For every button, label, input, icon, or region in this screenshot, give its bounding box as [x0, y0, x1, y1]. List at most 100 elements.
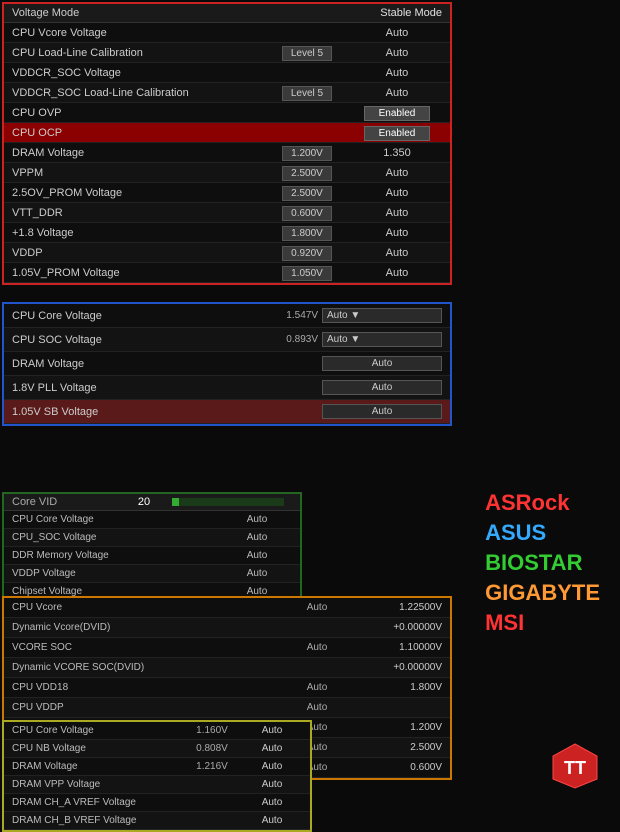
o-row-mid: Auto — [282, 682, 352, 693]
table-row: CPU OCP Enabled — [4, 123, 450, 143]
y-row-mid: 1.160V — [182, 725, 242, 736]
p2-row-name: DRAM Voltage — [12, 358, 262, 370]
brand-msi: MSI — [485, 610, 600, 636]
y-row-val: Auto — [242, 761, 302, 772]
y-row-val: Auto — [242, 779, 302, 790]
brand-asrock: ASRock — [485, 490, 600, 516]
p2-row-name: 1.05V SB Voltage — [12, 406, 262, 418]
row-name: CPU Load-Line Calibration — [12, 47, 262, 59]
row-name: VTT_DDR — [12, 207, 262, 219]
p2-row: CPU Core Voltage1.547VAuto ▼ — [4, 304, 450, 328]
p2-row-name: CPU Core Voltage — [12, 310, 262, 322]
voltage-mode-label: Voltage Mode — [12, 7, 79, 19]
y-row: CPU Core Voltage1.160VAuto — [4, 722, 310, 740]
o-row-mid: Auto — [282, 602, 352, 613]
o-row-val: 2.500V — [352, 742, 442, 753]
table-row: +1.8 Voltage1.800VAuto — [4, 223, 450, 243]
p2-row: DRAM VoltageAuto — [4, 352, 450, 376]
row-name: 1.05V_PROM Voltage — [12, 267, 262, 279]
row-mid: Level 5 — [262, 87, 352, 99]
brand-asus: ASUS — [485, 520, 600, 546]
table-row: CPU Vcore VoltageAuto — [4, 23, 450, 43]
g-row-name: CPU_SOC Voltage — [12, 532, 222, 543]
o-row: VCORE SOCAuto1.10000V — [4, 638, 450, 658]
core-vid-label: Core VID — [12, 496, 124, 508]
row-name: VDDCR_SOC Voltage — [12, 67, 262, 79]
y-row: DRAM Voltage1.216VAuto — [4, 758, 310, 776]
brand-biostar: BIOSTAR — [485, 550, 600, 576]
g-row-val: Auto — [222, 550, 292, 561]
row-name: CPU OVP — [12, 107, 262, 119]
row-val: Auto — [352, 207, 442, 219]
y-row-mid: 1.216V — [182, 761, 242, 772]
p2-row-val: 1.547V — [262, 310, 322, 321]
y-row-val: Auto — [242, 743, 302, 754]
tt-logo: TT — [550, 741, 600, 791]
core-vid-bar — [172, 498, 284, 506]
table-row: VPPM2.500VAuto — [4, 163, 450, 183]
table-row: DRAM Voltage1.200V1.350 — [4, 143, 450, 163]
row-val: 1.350 — [352, 147, 442, 159]
table-row: 2.5OV_PROM Voltage2.500VAuto — [4, 183, 450, 203]
row-name: +1.8 Voltage — [12, 227, 262, 239]
y-row: DRAM CH_B VREF Voltage Auto — [4, 812, 310, 830]
o-row-name: Dynamic VCORE SOC(DVID) — [12, 662, 282, 673]
row-mid: 1.050V — [262, 267, 352, 279]
row-mid: 0.920V — [262, 247, 352, 259]
p2-row-val: 0.893V — [262, 334, 322, 345]
row-val: Auto — [352, 87, 442, 99]
o-row-name: VCORE SOC — [12, 642, 282, 653]
o-row-mid: Auto — [282, 642, 352, 653]
y-row-val: Auto — [242, 815, 302, 826]
y-row: CPU NB Voltage0.808VAuto — [4, 740, 310, 758]
o-row: Dynamic VCORE SOC(DVID)+0.00000V — [4, 658, 450, 678]
row-val: Auto — [352, 27, 442, 39]
o-row-name: CPU VDD18 — [12, 682, 282, 693]
y-row-val: Auto — [242, 725, 302, 736]
row-name: CPU OCP — [12, 127, 262, 139]
g-row: DDR Memory VoltageAuto — [4, 547, 300, 565]
row-val: Auto — [352, 247, 442, 259]
row-mid: 1.200V — [262, 147, 352, 159]
g-row-name: VDDP Voltage — [12, 568, 222, 579]
o-row-name: CPU Vcore — [12, 602, 282, 613]
o-row-val: 1.200V — [352, 722, 442, 733]
panel5-rows-container: CPU Core Voltage1.160VAutoCPU NB Voltage… — [4, 722, 310, 830]
table-row: CPU OVP Enabled — [4, 103, 450, 123]
o-row-name: CPU VDDP — [12, 702, 282, 713]
y-row-name: DRAM CH_B VREF Voltage — [12, 815, 182, 826]
brand-labels: ASRock ASUS BIOSTAR GIGABYTE MSI — [485, 490, 600, 636]
o-row-mid: Auto — [282, 702, 352, 713]
p2-row-ctrl[interactable]: Auto ▼ — [322, 332, 442, 347]
row-mid: 2.500V — [262, 187, 352, 199]
p2-row-ctrl[interactable]: Auto ▼ — [322, 308, 442, 323]
row-val: Enabled — [352, 127, 442, 139]
o-row: Dynamic Vcore(DVID)+0.00000V — [4, 618, 450, 638]
y-row-name: DRAM Voltage — [12, 761, 182, 772]
y-row-name: CPU NB Voltage — [12, 743, 182, 754]
p2-row-name: CPU SOC Voltage — [12, 334, 262, 346]
panel-voltage-mode: Voltage Mode Stable Mode CPU Vcore Volta… — [2, 2, 452, 285]
p2-row: 1.05V SB VoltageAuto — [4, 400, 450, 424]
o-row-val: 1.10000V — [352, 642, 442, 653]
y-row: DRAM CH_A VREF VoltageAuto — [4, 794, 310, 812]
g-row-name: CPU Core Voltage — [12, 514, 222, 525]
row-name: VDDP — [12, 247, 262, 259]
o-row-val: 0.600V — [352, 762, 442, 773]
voltage-mode-header: Voltage Mode Stable Mode — [4, 4, 450, 23]
o-row-name: Dynamic Vcore(DVID) — [12, 622, 282, 633]
panel2-rows-container: CPU Core Voltage1.547VAuto ▼ CPU SOC Volt… — [4, 304, 450, 424]
core-vid-bar-fill — [172, 498, 179, 506]
row-val: Auto — [352, 187, 442, 199]
y-row-name: DRAM VPP Voltage — [12, 779, 182, 790]
panel-cpu-core-bottom: CPU Core Voltage1.160VAutoCPU NB Voltage… — [2, 720, 312, 832]
y-row: DRAM VPP Voltage Auto — [4, 776, 310, 794]
voltage-mode-value: Stable Mode — [380, 7, 442, 19]
row-val: Enabled — [352, 107, 442, 119]
p2-row-name: 1.8V PLL Voltage — [12, 382, 262, 394]
o-row-val: 1.22500V — [352, 602, 442, 613]
o-row-val: 1.800V — [352, 682, 442, 693]
row-mid: 1.800V — [262, 227, 352, 239]
g-row-name: DDR Memory Voltage — [12, 550, 222, 561]
table-row: CPU Load-Line CalibrationLevel 5Auto — [4, 43, 450, 63]
